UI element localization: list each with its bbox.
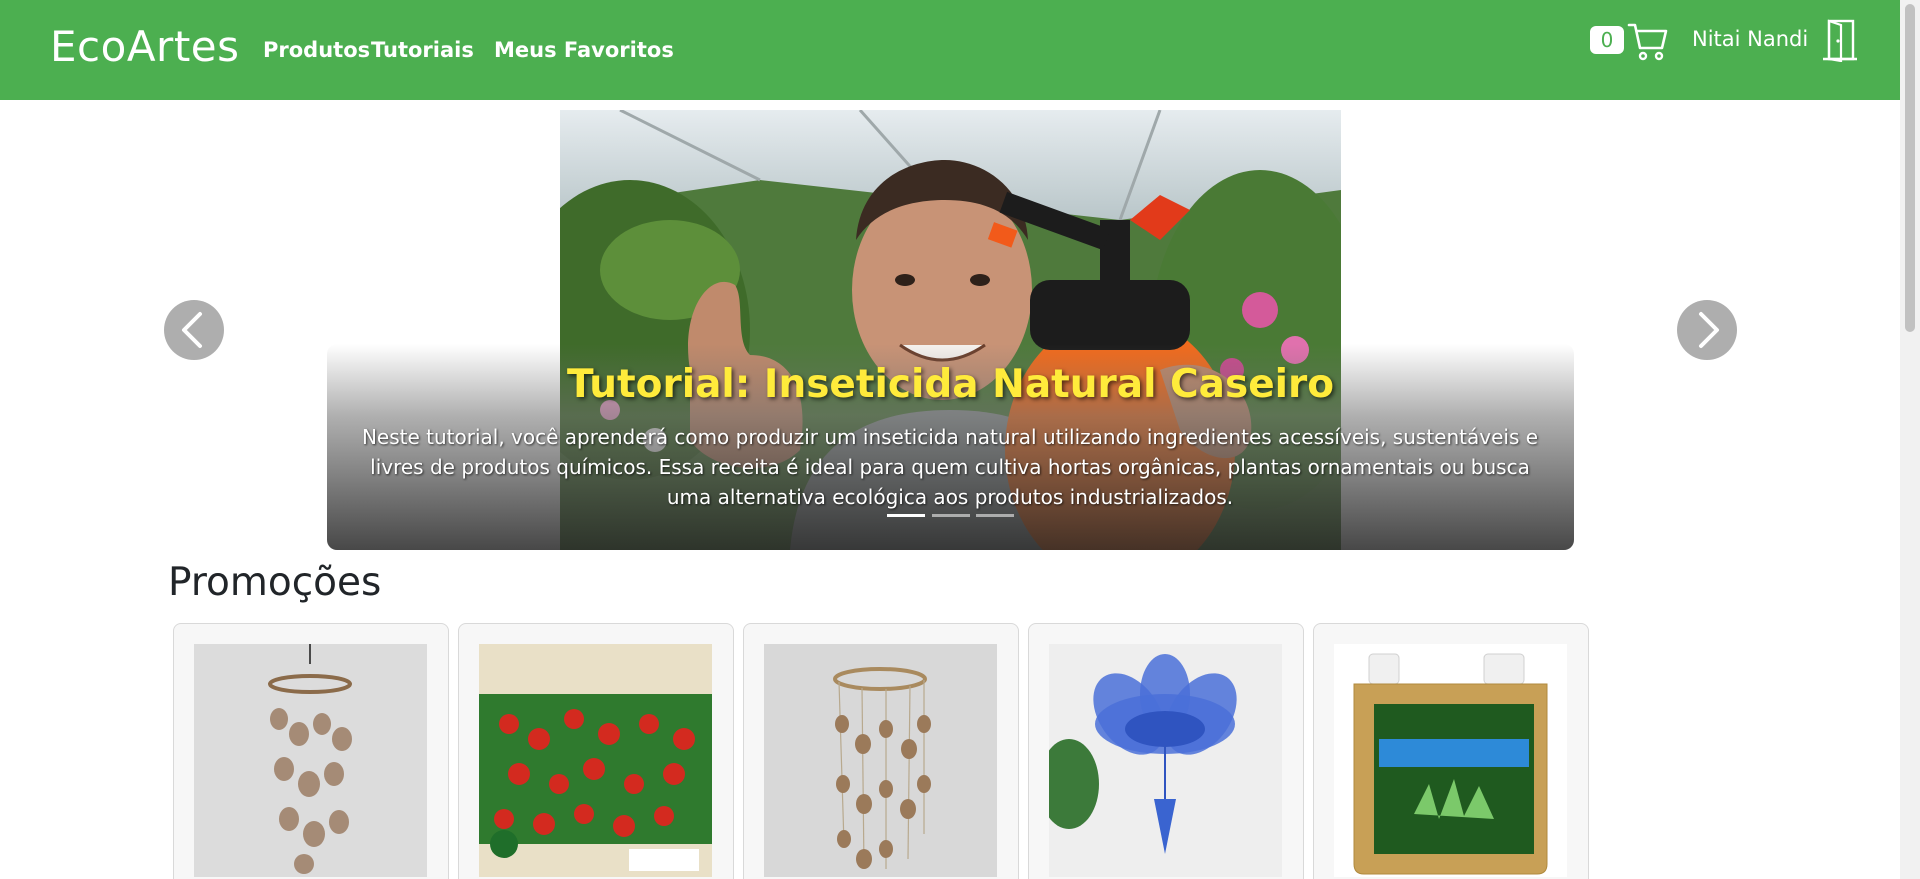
chevron-right-icon — [1699, 312, 1719, 348]
nav-link-produtos[interactable]: Produtos — [263, 38, 370, 62]
carousel-indicator-1[interactable] — [887, 514, 925, 517]
product-card-4[interactable] — [1028, 623, 1304, 879]
product-card-2[interactable] — [458, 623, 734, 879]
page-scrollbar[interactable] — [1900, 0, 1920, 879]
navbar: EcoArtes Produtos Tutoriais Meus Favorit… — [0, 0, 1900, 100]
carousel-indicator-3[interactable] — [976, 514, 1014, 517]
scrollbar-thumb[interactable] — [1905, 4, 1915, 332]
product-card-1[interactable] — [173, 623, 449, 879]
product-card-5[interactable] — [1313, 623, 1589, 879]
product-image-insecticide-bottle[interactable] — [1334, 644, 1567, 877]
product-image-seashell-windchime[interactable] — [194, 644, 427, 877]
brand-logo[interactable]: EcoArtes — [50, 22, 240, 71]
chevron-left-icon — [182, 312, 202, 348]
carousel-indicator-2[interactable] — [932, 514, 970, 517]
product-image-tomato-seeds[interactable] — [479, 644, 712, 877]
product-image-blue-plastic-flower[interactable] — [1049, 644, 1282, 877]
cart-count-badge: 0 — [1590, 26, 1624, 54]
user-name[interactable]: Nitai Nandi — [1692, 27, 1808, 51]
carousel-next-button[interactable] — [1677, 300, 1737, 360]
product-image-seashell-mobile[interactable] — [764, 644, 997, 877]
logout-door-icon[interactable] — [1822, 18, 1858, 63]
cart-icon[interactable] — [1627, 20, 1669, 62]
tutorial-carousel: Tutorial: Inseticida Natural Caseiro Nes… — [0, 100, 1900, 552]
nav-link-tutoriais[interactable]: Tutoriais — [371, 38, 474, 62]
nav-link-meus-favoritos[interactable]: Meus Favoritos — [494, 38, 674, 62]
promotions-heading: Promoções — [168, 560, 382, 605]
product-card-3[interactable] — [743, 623, 1019, 879]
slide-title: Tutorial: Inseticida Natural Caseiro — [566, 362, 1335, 407]
carousel-prev-button[interactable] — [164, 300, 224, 360]
slide-description: Neste tutorial, você aprenderá como prod… — [361, 425, 1539, 509]
